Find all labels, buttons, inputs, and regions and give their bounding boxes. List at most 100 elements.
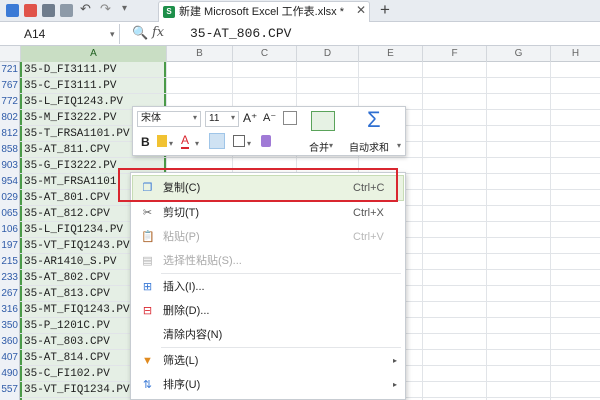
row-header[interactable]: 106 bbox=[0, 222, 20, 238]
row-header[interactable]: 802 bbox=[0, 110, 20, 126]
cell-a[interactable]: 35-AT_814.CPV bbox=[24, 350, 110, 366]
formula-bar: A14 ▾ 🔍 fx 35-AT_806.CPV bbox=[0, 22, 600, 46]
cell-a[interactable]: 35-MT_FIQ1243.PV bbox=[24, 302, 130, 318]
row-header[interactable]: 490 bbox=[0, 366, 20, 382]
cell-a[interactable]: 35-AR1410_S.PV bbox=[24, 254, 116, 270]
font-name-select[interactable]: 宋体 bbox=[137, 111, 201, 127]
cell-a[interactable]: 35-AT_812.CPV bbox=[24, 206, 110, 222]
autosum-icon[interactable]: Σ bbox=[367, 107, 381, 133]
column-header-d[interactable]: D bbox=[296, 46, 358, 62]
column-header-f[interactable]: F bbox=[422, 46, 486, 62]
print-preview-icon[interactable] bbox=[60, 4, 73, 17]
menu-item-cut[interactable]: ✂ 剪切(T) Ctrl+X bbox=[131, 201, 405, 225]
row-header[interactable]: 858 bbox=[0, 142, 20, 158]
undo-icon[interactable]: ↶ bbox=[80, 1, 91, 17]
cell-a[interactable]: 35-AT_801.CPV bbox=[24, 190, 110, 206]
menu-item-filter[interactable]: ▼ 筛选(L) ▸ bbox=[131, 349, 405, 373]
new-tab-button[interactable]: + bbox=[380, 0, 390, 20]
merge-cells-label[interactable]: 合并 bbox=[309, 139, 329, 154]
name-box[interactable]: A14 bbox=[0, 24, 120, 44]
close-tab-icon[interactable]: ✕ bbox=[356, 3, 366, 17]
document-tab[interactable]: S 新建 Microsoft Excel 工作表.xlsx * bbox=[158, 1, 370, 22]
paste-special-icon: ▤ bbox=[142, 255, 153, 267]
column-header-b[interactable]: B bbox=[166, 46, 232, 62]
column-header-h[interactable]: H bbox=[550, 46, 600, 62]
row-header[interactable]: 360 bbox=[0, 334, 20, 350]
cell-a[interactable]: 35-C_FI3111.PV bbox=[24, 78, 116, 94]
redo-icon[interactable]: ↷ bbox=[100, 1, 111, 17]
cell-a[interactable]: 35-VT_FIQ1234.PV bbox=[24, 382, 130, 398]
autosum-dropdown-icon[interactable]: ▾ bbox=[397, 141, 401, 150]
cell-a[interactable]: 35-P_1201C.PV bbox=[24, 318, 110, 334]
row-header[interactable]: 267 bbox=[0, 286, 20, 302]
cell-a[interactable]: 35-G_FI3222.PV bbox=[24, 158, 116, 174]
cell-a[interactable]: 35-D_FI3111.PV bbox=[24, 62, 116, 78]
zoom-icon[interactable]: 🔍 bbox=[132, 25, 148, 41]
row-header[interactable]: 197 bbox=[0, 238, 20, 254]
formula-input[interactable]: 35-AT_806.CPV bbox=[190, 24, 291, 44]
format-painter-icon[interactable] bbox=[261, 135, 271, 147]
row-header[interactable]: 316 bbox=[0, 302, 20, 318]
font-color-dropdown-icon[interactable]: ▾ bbox=[195, 139, 199, 148]
align-center-icon[interactable] bbox=[209, 133, 225, 149]
font-size-dropdown-icon[interactable]: ▾ bbox=[231, 113, 235, 122]
merge-dropdown-icon[interactable]: ▾ bbox=[329, 141, 333, 150]
row-header[interactable]: 903 bbox=[0, 158, 20, 174]
cell-a[interactable]: 35-AT_811.CPV bbox=[24, 142, 110, 158]
merge-cells-icon[interactable] bbox=[311, 111, 335, 131]
bold-button[interactable]: B bbox=[141, 135, 150, 149]
menu-item-paste-special[interactable]: ▤ 选择性粘贴(S)... bbox=[131, 249, 405, 273]
save-icon[interactable] bbox=[6, 4, 19, 17]
row-header[interactable]: 721 bbox=[0, 62, 20, 78]
cell-a[interactable]: 35-AT_813.CPV bbox=[24, 286, 110, 302]
print-icon[interactable] bbox=[42, 4, 55, 17]
menu-item-delete[interactable]: ⊟ 删除(D)... bbox=[131, 299, 405, 323]
autosum-label[interactable]: 自动求和 bbox=[349, 139, 389, 154]
row-header[interactable]: 407 bbox=[0, 350, 20, 366]
fill-color-dropdown-icon[interactable]: ▾ bbox=[169, 139, 173, 148]
cell-a[interactable]: 35-T_FRSA1101.PV bbox=[24, 126, 130, 142]
cell-a[interactable]: 35-M_FI3222.PV bbox=[24, 110, 116, 126]
borders-icon[interactable] bbox=[233, 135, 245, 147]
insert-function-icon[interactable]: fx bbox=[152, 25, 164, 40]
row-header[interactable]: 772 bbox=[0, 94, 20, 110]
row-header[interactable]: 233 bbox=[0, 270, 20, 286]
row-header[interactable]: 557 bbox=[0, 382, 20, 398]
column-header-g[interactable]: G bbox=[486, 46, 550, 62]
menu-item-paste[interactable]: 📋 粘贴(P) Ctrl+V bbox=[131, 225, 405, 249]
cell-a[interactable]: 35-AT_802.CPV bbox=[24, 270, 110, 286]
borders-dropdown-icon[interactable]: ▾ bbox=[247, 139, 251, 148]
document-tab-title: 新建 Microsoft Excel 工作表.xlsx * bbox=[179, 6, 345, 18]
cell-a[interactable]: 35-L_FIQ1234.PV bbox=[24, 222, 123, 238]
row-header[interactable]: 812 bbox=[0, 126, 20, 142]
row-header[interactable]: 954 bbox=[0, 174, 20, 190]
menu-item-insert[interactable]: ⊞ 插入(I)... bbox=[131, 275, 405, 299]
column-header-c[interactable]: C bbox=[232, 46, 296, 62]
cell-a[interactable]: 35-MT_FRSA1101 bbox=[24, 174, 116, 190]
submenu-arrow-icon: ▸ bbox=[393, 380, 398, 389]
menu-item-clear-contents[interactable]: 清除内容(N) bbox=[131, 323, 405, 347]
cell-a[interactable]: 35-AT_803.CPV bbox=[24, 334, 110, 350]
menu-item-sort[interactable]: ⇅ 排序(U) ▸ bbox=[131, 373, 405, 397]
column-header-e[interactable]: E bbox=[358, 46, 422, 62]
row-header[interactable]: 767 bbox=[0, 78, 20, 94]
grow-font-button[interactable]: A⁺ bbox=[243, 111, 257, 125]
clear-format-icon[interactable] bbox=[283, 111, 297, 125]
row-header[interactable]: 350 bbox=[0, 318, 20, 334]
font-name-dropdown-icon[interactable]: ▾ bbox=[193, 113, 197, 122]
shrink-font-button[interactable]: A⁻ bbox=[263, 111, 276, 124]
name-box-dropdown-icon[interactable]: ▾ bbox=[110, 24, 115, 44]
cell-a[interactable]: 35-L_FIQ1243.PV bbox=[24, 94, 123, 110]
quick-access-more-icon[interactable]: ▾ bbox=[122, 3, 127, 14]
export-pdf-icon[interactable] bbox=[24, 4, 37, 17]
row-header[interactable]: 215 bbox=[0, 254, 20, 270]
cell-a[interactable]: 35-C_FI102.PV bbox=[24, 366, 110, 382]
row-header[interactable]: 029 bbox=[0, 190, 20, 206]
menu-item-label: 筛选(L) bbox=[163, 355, 199, 367]
column-header-a[interactable]: A bbox=[20, 46, 166, 62]
font-color-button[interactable]: A bbox=[181, 133, 190, 149]
font-name-value: 宋体 bbox=[141, 113, 161, 124]
cell-a[interactable]: 35-VT_FIQ1243.PV bbox=[24, 238, 130, 254]
row-header[interactable]: 065 bbox=[0, 206, 20, 222]
fill-color-icon[interactable] bbox=[157, 135, 167, 147]
